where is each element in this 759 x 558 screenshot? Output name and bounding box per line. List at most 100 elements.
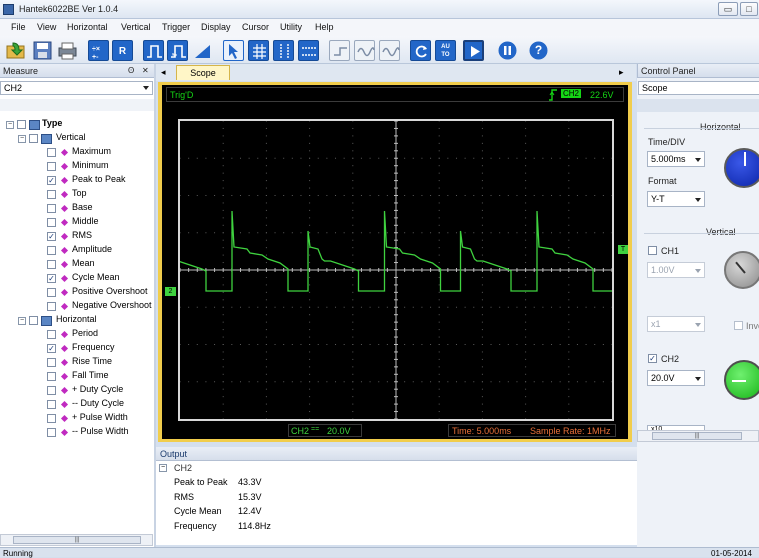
- measure-checkbox[interactable]: [47, 302, 56, 311]
- measure-checkbox[interactable]: ✓: [47, 232, 56, 241]
- tree-item[interactable]: Top: [0, 188, 154, 202]
- ch1-volts-knob[interactable]: [724, 251, 759, 289]
- tree-checkbox[interactable]: [17, 120, 26, 129]
- menu-view[interactable]: View: [37, 22, 56, 32]
- tree-item[interactable]: Positive Overshoot: [0, 286, 154, 300]
- tree-group-horizontal[interactable]: − Horizontal: [0, 314, 154, 328]
- menu-horizontal[interactable]: Horizontal: [67, 22, 108, 32]
- measure-checkbox[interactable]: ✓: [47, 274, 56, 283]
- measure-channel-select[interactable]: CH2: [0, 81, 153, 95]
- ch2-volts-knob[interactable]: [724, 360, 759, 400]
- open-icon[interactable]: [5, 40, 26, 61]
- control-panel-hscroll[interactable]: |||: [637, 430, 759, 442]
- maximize-button[interactable]: □: [740, 2, 758, 16]
- tab-scroll-right-icon[interactable]: ▸: [619, 67, 624, 78]
- measure-checkbox[interactable]: [47, 190, 56, 199]
- reference-button[interactable]: R: [112, 40, 133, 61]
- tree-item[interactable]: Rise Time: [0, 356, 154, 370]
- pause-icon[interactable]: [497, 40, 518, 61]
- measure-checkbox[interactable]: [47, 162, 56, 171]
- step-icon[interactable]: [329, 40, 350, 61]
- ch2-checkbox[interactable]: ✓: [648, 354, 657, 363]
- measure-checkbox[interactable]: [47, 288, 56, 297]
- measure-checkbox[interactable]: [47, 260, 56, 269]
- minimize-button[interactable]: ▭: [718, 2, 738, 16]
- cursor-select-icon[interactable]: [223, 40, 244, 61]
- measure-hscroll-thumb[interactable]: |||: [13, 536, 141, 544]
- tree-checkbox[interactable]: [29, 316, 38, 325]
- format-select[interactable]: Y-T: [647, 191, 705, 207]
- tree-group-vertical[interactable]: − Vertical: [0, 132, 154, 146]
- pulse-trigger-icon[interactable]: [143, 40, 164, 61]
- menu-file[interactable]: File: [11, 22, 26, 32]
- edge-trigger-icon[interactable]: [167, 40, 188, 61]
- measure-checkbox[interactable]: [47, 400, 56, 409]
- ch2-ground-marker[interactable]: 2: [165, 287, 176, 296]
- measure-checkbox[interactable]: [47, 414, 56, 423]
- refresh-icon[interactable]: [410, 40, 431, 61]
- time-div-knob[interactable]: [724, 148, 759, 188]
- measure-checkbox[interactable]: ✓: [47, 344, 56, 353]
- grid-icon[interactable]: [248, 40, 269, 61]
- tree-item[interactable]: Amplitude: [0, 244, 154, 258]
- measure-checkbox[interactable]: [47, 246, 56, 255]
- measure-checkbox[interactable]: [47, 372, 56, 381]
- tree-item[interactable]: Mean: [0, 258, 154, 272]
- tree-item[interactable]: Negative Overshoot: [0, 300, 154, 314]
- tree-item[interactable]: ✓ RMS: [0, 230, 154, 244]
- tree-item[interactable]: Fall Time: [0, 370, 154, 384]
- vertical-cursor-icon[interactable]: [273, 40, 294, 61]
- tree-item[interactable]: + Pulse Width: [0, 412, 154, 426]
- measure-checkbox[interactable]: [47, 218, 56, 227]
- collapse-icon[interactable]: −: [18, 317, 26, 325]
- tree-root[interactable]: − Type: [0, 118, 154, 132]
- measure-checkbox[interactable]: [47, 148, 56, 157]
- print-icon[interactable]: [57, 40, 78, 61]
- tree-item[interactable]: Middle: [0, 216, 154, 230]
- menu-help[interactable]: Help: [315, 22, 334, 32]
- pin-icon[interactable]: ʘ: [128, 66, 134, 75]
- measure-hscroll[interactable]: |||: [0, 534, 153, 546]
- tab-scroll-left-icon[interactable]: ◂: [161, 67, 166, 78]
- ch1-volts-select[interactable]: 1.00V: [647, 262, 705, 278]
- tree-item[interactable]: -- Pulse Width: [0, 426, 154, 440]
- menu-cursor[interactable]: Cursor: [242, 22, 269, 32]
- ch1-checkbox[interactable]: [648, 246, 657, 255]
- tree-checkbox[interactable]: [29, 134, 38, 143]
- measure-checkbox[interactable]: [47, 204, 56, 213]
- output-collapse-icon[interactable]: −: [159, 464, 167, 472]
- measure-checkbox[interactable]: ✓: [47, 176, 56, 185]
- menu-utility[interactable]: Utility: [280, 22, 302, 32]
- collapse-icon[interactable]: −: [18, 135, 26, 143]
- tree-item[interactable]: ✓ Cycle Mean: [0, 272, 154, 286]
- tab-scope[interactable]: Scope: [176, 65, 230, 80]
- measure-calc-icon[interactable]: ÷× +-: [88, 40, 109, 61]
- tree-item[interactable]: Minimum: [0, 160, 154, 174]
- run-icon[interactable]: [463, 40, 484, 61]
- tree-item[interactable]: Period: [0, 328, 154, 342]
- measure-checkbox[interactable]: [47, 386, 56, 395]
- save-icon[interactable]: [32, 40, 53, 61]
- ch1-invert-checkbox[interactable]: [734, 321, 743, 330]
- close-icon[interactable]: ✕: [142, 66, 149, 75]
- measure-checkbox[interactable]: [47, 428, 56, 437]
- sine-icon[interactable]: [354, 40, 375, 61]
- menu-display[interactable]: Display: [201, 22, 231, 32]
- menu-trigger[interactable]: Trigger: [162, 22, 190, 32]
- tree-item[interactable]: -- Duty Cycle: [0, 398, 154, 412]
- mode-select[interactable]: Scope: [638, 81, 759, 95]
- scope-screen[interactable]: Trig'D CH2 22.6V 2 T CH2 == 20.0V Time: …: [162, 85, 628, 439]
- measure-checkbox[interactable]: [47, 330, 56, 339]
- trigger-level-marker[interactable]: T: [618, 245, 628, 254]
- menu-vertical[interactable]: Vertical: [121, 22, 151, 32]
- tree-item[interactable]: ✓ Peak to Peak: [0, 174, 154, 188]
- ch1-probe-select[interactable]: x1: [647, 316, 705, 332]
- control-panel-hscroll-thumb[interactable]: |||: [652, 432, 742, 440]
- tree-item[interactable]: Maximum: [0, 146, 154, 160]
- sine-alt-icon[interactable]: [379, 40, 400, 61]
- horizontal-cursor-icon[interactable]: [298, 40, 319, 61]
- measure-checkbox[interactable]: [47, 358, 56, 367]
- tree-item[interactable]: ✓ Frequency: [0, 342, 154, 356]
- tree-item[interactable]: + Duty Cycle: [0, 384, 154, 398]
- help-icon[interactable]: ?: [528, 40, 549, 61]
